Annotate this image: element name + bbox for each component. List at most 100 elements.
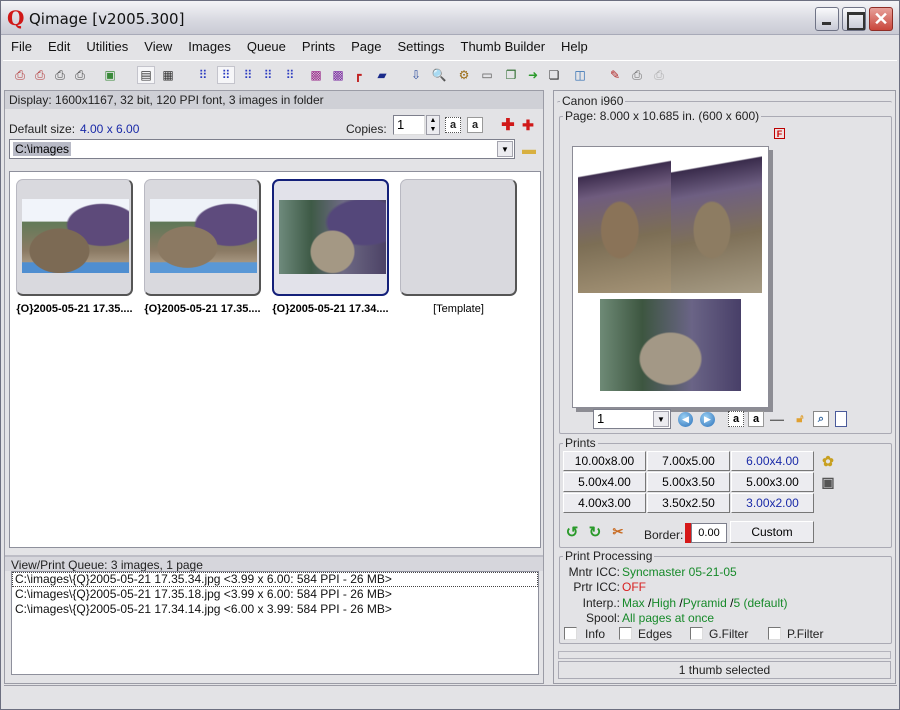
copy-image-icon[interactable]: ❐ (502, 66, 520, 84)
copy-doc-icon[interactable]: ❏ (545, 66, 563, 84)
info-checkbox[interactable] (564, 627, 577, 640)
copies-spinner[interactable]: ▲ ▼ (426, 115, 440, 135)
queue-row[interactable]: C:\images\{Q}2005-05-21 17.35.18.jpg <3.… (12, 587, 538, 602)
previous-page-icon[interactable]: ◀ (678, 412, 693, 427)
grid-layout-5-icon[interactable]: ⠿ (281, 66, 299, 84)
text-overlay-select-icon[interactable]: a (728, 411, 744, 427)
spin-down-icon[interactable]: ▼ (427, 125, 439, 134)
printer-disabled-icon[interactable]: ⎙ (650, 66, 668, 84)
thumbnail-caption[interactable]: {O}2005-05-21 17.35.... (12, 303, 137, 315)
spool-value[interactable]: All pages at once (622, 611, 714, 625)
interp-pyramid[interactable]: Pyramid (683, 596, 727, 610)
pattern-fill-alt-icon[interactable]: ▩ (329, 66, 347, 84)
menu-page[interactable]: Page (343, 36, 389, 58)
menu-prints[interactable]: Prints (294, 36, 343, 58)
pattern-fill-icon[interactable]: ▩ (307, 66, 325, 84)
menu-images[interactable]: Images (180, 36, 239, 58)
menu-file[interactable]: File (3, 36, 40, 58)
thumbnail[interactable] (400, 179, 517, 296)
import-icon[interactable]: ⇩ (407, 66, 425, 84)
menu-utilities[interactable]: Utilities (78, 36, 136, 58)
spin-up-icon[interactable]: ▲ (427, 116, 439, 125)
monitor-icc-value[interactable]: Syncmaster 05-21-05 (622, 565, 737, 579)
border-width-input[interactable]: 0.00 (691, 523, 727, 543)
print-size-button[interactable]: 4.00x3.00 (563, 493, 646, 513)
grid-layout-2-icon[interactable]: ⠿ (217, 66, 235, 84)
preview-image-3[interactable] (600, 299, 741, 391)
print-size-button[interactable]: 3.00x2.00 (731, 493, 814, 513)
add-to-queue-icon[interactable]: ✚ (500, 117, 516, 134)
load-sizes-icon[interactable]: ✿ (820, 453, 836, 469)
menu-view[interactable]: View (136, 36, 180, 58)
page-preview[interactable] (572, 146, 769, 408)
maximize-button[interactable] (842, 7, 866, 31)
print-page-icon[interactable]: ⎙ (51, 66, 69, 84)
print-size-button[interactable]: 7.00x5.00 (647, 451, 730, 471)
filmstrip-icon[interactable]: ▭ (478, 66, 496, 84)
menu-edit[interactable]: Edit (40, 36, 78, 58)
p-filter-checkbox[interactable] (768, 627, 781, 640)
printer-edit-icon[interactable]: ✎ (606, 66, 624, 84)
print-size-button[interactable]: 5.00x3.50 (647, 472, 730, 492)
default-size-value[interactable]: 4.00 x 6.00 (80, 122, 139, 136)
print-size-button[interactable]: 5.00x4.00 (563, 472, 646, 492)
crop-marks-icon[interactable]: ┏ (349, 66, 367, 84)
lock-icon[interactable]: 🔓︎ (792, 411, 808, 427)
zoom-page-icon[interactable]: ⌕ (813, 411, 829, 427)
rotate-right-icon[interactable]: ↻ (587, 524, 603, 541)
thumbnail-caption[interactable]: {O}2005-05-21 17.34.... (268, 303, 393, 315)
crop-scissors-icon[interactable]: ✂ (610, 524, 626, 540)
print-save-icon[interactable]: ⎙ (11, 66, 29, 84)
preview-icon[interactable]: 🔍 (430, 66, 448, 84)
chevron-down-icon[interactable]: ▼ (497, 141, 513, 157)
browse-folder-icon[interactable]: ▬ (521, 141, 537, 157)
print-size-button[interactable]: 6.00x4.00 (731, 451, 814, 471)
menu-queue[interactable]: Queue (239, 36, 294, 58)
page-number-combo[interactable]: 1 ▼ (593, 409, 671, 429)
export-icon[interactable]: ▣ (101, 66, 119, 84)
text-overlay-icon[interactable]: a (748, 411, 764, 427)
close-button[interactable]: ✕ (869, 7, 893, 31)
print-size-button[interactable]: 5.00x3.00 (731, 472, 814, 492)
print-page-alt-icon[interactable]: ⎙ (71, 66, 89, 84)
text-overlay-icon[interactable]: a (467, 117, 483, 133)
grid-layout-3-icon[interactable]: ⠿ (239, 66, 257, 84)
custom-size-button[interactable]: Custom (730, 521, 814, 543)
split-view-icon[interactable]: ◫ (571, 66, 589, 84)
print-save-alt-icon[interactable]: ⎙ (31, 66, 49, 84)
thumbnail-caption[interactable]: {O}2005-05-21 17.35.... (140, 303, 265, 315)
thumbnail[interactable] (144, 179, 261, 296)
interp-high[interactable]: High (651, 596, 676, 610)
preview-image-1[interactable] (578, 153, 671, 293)
interp-max[interactable]: Max (622, 596, 645, 610)
menu-help[interactable]: Help (553, 36, 596, 58)
chevron-down-icon[interactable]: ▼ (653, 411, 669, 427)
folder-path-combo[interactable]: C:\images ▼ (9, 139, 515, 159)
next-page-icon[interactable]: ▶ (700, 412, 715, 427)
grid-layout-1-icon[interactable]: ⠿ (194, 66, 212, 84)
contact-sheet-icon[interactable]: ▰ (373, 66, 391, 84)
edges-checkbox[interactable] (619, 627, 632, 640)
minus-icon[interactable]: — (769, 411, 785, 427)
multi-page-icon[interactable]: ▦ (159, 66, 177, 84)
thumbnail[interactable] (272, 179, 389, 296)
thumbnail[interactable] (16, 179, 133, 296)
print-size-button[interactable]: 3.50x2.50 (647, 493, 730, 513)
single-page-icon[interactable]: ▤ (137, 66, 155, 84)
interp-level[interactable]: 5 (default) (733, 596, 787, 610)
rotate-left-icon[interactable]: ↺ (564, 524, 580, 541)
grid-layout-4-icon[interactable]: ⠿ (259, 66, 277, 84)
print-size-button[interactable]: 10.00x8.00 (563, 451, 646, 471)
minimize-button[interactable] (815, 7, 839, 31)
menu-settings[interactable]: Settings (390, 36, 453, 58)
export-arrow-icon[interactable]: ➜ (524, 66, 542, 84)
thumbnail-caption[interactable]: [Template] (396, 303, 521, 315)
add-page-to-queue-icon[interactable]: ✚ (520, 117, 536, 133)
g-filter-checkbox[interactable] (690, 627, 703, 640)
queue-row[interactable]: C:\images\{Q}2005-05-21 17.35.34.jpg <3.… (12, 572, 538, 587)
film-icon[interactable]: ⚙ (455, 66, 473, 84)
menu-thumb-builder[interactable]: Thumb Builder (453, 36, 554, 58)
title-bar[interactable]: Q Qimage [v2005.300] ✕ (1, 1, 899, 35)
save-sizes-icon[interactable]: ▣ (820, 474, 836, 490)
queue-row[interactable]: C:\images\{Q}2005-05-21 17.34.14.jpg <6.… (12, 602, 538, 617)
